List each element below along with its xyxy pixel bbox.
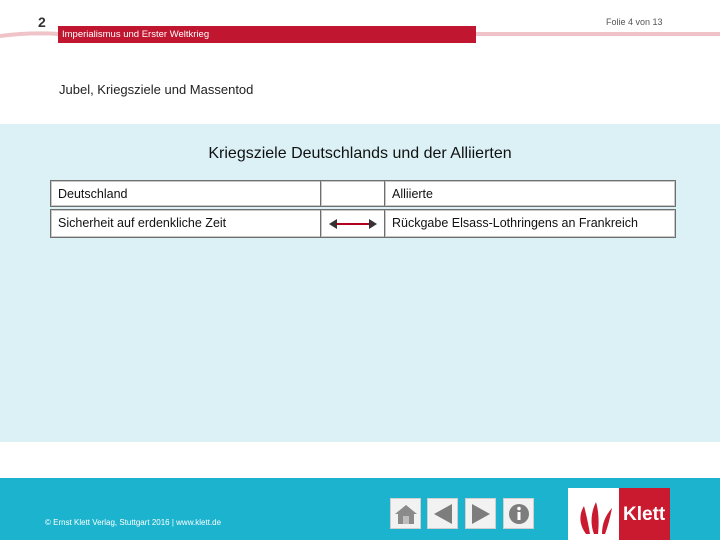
- panel-title: Kriegsziele Deutschlands und der Alliier…: [208, 145, 512, 162]
- section-heading: Jubel, Kriegsziele und Massentod: [59, 82, 254, 97]
- table-header-deutschland: Deutschland: [50, 180, 322, 207]
- table-cell-alliierte-goal: Rückgabe Elsass-Lothringens an Frankreic…: [384, 209, 676, 238]
- brand-box: Klett: [619, 488, 670, 540]
- table-header-center: [320, 180, 386, 207]
- chapter-title: Imperialismus und Erster Weltkrieg: [62, 29, 210, 40]
- slide-counter: Folie 4 von 13: [606, 17, 663, 27]
- previous-button[interactable]: [427, 498, 458, 529]
- chapter-number: 2: [38, 14, 46, 30]
- footer: © Ernst Klett Verlag, Stuttgart 2016 | w…: [0, 478, 720, 540]
- table-cell-arrow: [320, 209, 386, 238]
- next-button[interactable]: [465, 498, 496, 529]
- info-button[interactable]: [503, 498, 534, 529]
- double-arrow-icon: [329, 219, 377, 229]
- previous-icon: [433, 503, 452, 524]
- home-icon: [394, 504, 417, 524]
- klett-logo: Klett: [568, 488, 670, 540]
- chapter-bar: Imperialismus und Erster Weltkrieg: [58, 26, 476, 43]
- brand-name: Klett: [623, 504, 666, 525]
- content-panel: Kriegsziele Deutschlands und der Alliier…: [0, 124, 720, 442]
- info-icon: [508, 503, 529, 524]
- table-cell-deutschland-goal: Sicherheit auf erdenkliche Zeit: [50, 209, 322, 238]
- next-icon: [471, 503, 490, 524]
- klett-emblem-icon: [580, 502, 612, 534]
- copyright: © Ernst Klett Verlag, Stuttgart 2016 | w…: [45, 518, 222, 527]
- home-button[interactable]: [390, 498, 421, 529]
- table-header-alliierte: Alliierte: [384, 180, 676, 207]
